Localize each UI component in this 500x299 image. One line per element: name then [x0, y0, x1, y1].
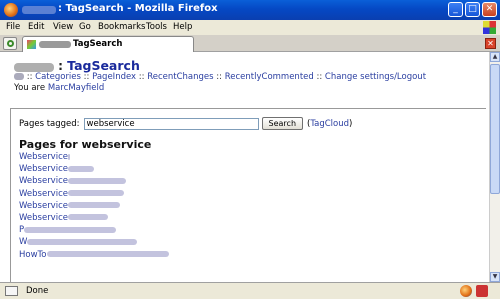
firefox-update-icon[interactable]	[460, 285, 472, 297]
close-tab-button[interactable]: ✕	[485, 38, 496, 49]
redacted-text	[27, 238, 138, 245]
list-item: Webservice	[19, 152, 169, 164]
result-link[interactable]: Webservice	[19, 164, 68, 174]
pages-tagged-label: Pages tagged:	[19, 118, 80, 129]
tag-search-input[interactable]	[83, 117, 259, 130]
list-item: Webservice	[19, 189, 169, 201]
result-link[interactable]: Webservice	[19, 176, 68, 186]
site-favicon-icon	[27, 40, 36, 49]
result-link[interactable]: Webservice	[19, 201, 68, 211]
redacted-text	[67, 190, 124, 197]
list-item: Webservice	[19, 213, 169, 225]
redacted-tab-text	[39, 41, 71, 48]
nav-separator: ::	[83, 72, 93, 82]
tab-tagsearch[interactable]: TagSearch	[22, 36, 194, 52]
connection-status-icon	[5, 286, 18, 296]
menu-bookmarks[interactable]: Bookmarks	[98, 22, 146, 32]
adblock-icon[interactable]	[476, 285, 488, 297]
window-title: : TagSearch - Mozilla Firefox	[58, 3, 218, 14]
new-tab-icon	[7, 40, 14, 47]
list-item: P	[19, 225, 169, 237]
nav-separator: ::	[216, 72, 225, 82]
redacted-text	[67, 202, 120, 209]
redacted-text	[46, 251, 169, 257]
redacted-home-link[interactable]	[14, 73, 24, 80]
new-tab-button[interactable]	[3, 37, 17, 50]
minimize-button[interactable]: _	[448, 2, 463, 17]
status-text: Done	[26, 286, 49, 296]
redacted-text	[67, 165, 94, 172]
menu-file[interactable]: File	[6, 22, 20, 32]
redacted-text	[67, 177, 126, 184]
result-link[interactable]: W	[19, 237, 27, 247]
scroll-thumb[interactable]	[490, 64, 500, 194]
paren-close: )	[349, 118, 353, 129]
menu-tools[interactable]: Tools	[146, 22, 167, 32]
nav-separator: ::	[316, 72, 325, 82]
maximize-button[interactable]: □	[465, 2, 480, 17]
scroll-down-icon[interactable]: ▼	[490, 272, 500, 282]
user-line: You are MarcMayfield	[14, 83, 104, 93]
tab-title: TagSearch	[73, 39, 123, 49]
result-link[interactable]: HowTo	[19, 250, 47, 260]
nav-recentlycommented[interactable]: RecentlyCommented	[225, 72, 314, 82]
list-item: Webservice	[19, 164, 169, 176]
tag-search-panel: Pages tagged: Search (TagCloud) Pages fo…	[10, 108, 486, 282]
nav-separator: ::	[26, 72, 36, 82]
redacted-wiki-name	[14, 63, 54, 72]
menu-go[interactable]: Go	[79, 22, 91, 32]
user-link[interactable]: MarcMayfield	[48, 83, 104, 93]
tagcloud-wrapper: (TagCloud)	[307, 119, 352, 129]
results-heading: Pages for webservice	[19, 138, 152, 151]
page-header: : TagSearch	[14, 58, 140, 73]
nav-links: :: Categories :: PageIndex :: RecentChan…	[14, 72, 426, 82]
nav-pageindex[interactable]: PageIndex	[92, 72, 136, 82]
status-bar: Done	[0, 282, 500, 299]
you-are-label: You are	[14, 83, 46, 93]
redacted-text	[67, 153, 70, 160]
page-content: : TagSearch :: Categories :: PageIndex :…	[0, 52, 489, 282]
tab-bar: TagSearch ✕	[0, 35, 500, 52]
tag-search-form: Pages tagged: Search (TagCloud)	[19, 117, 352, 130]
close-window-button[interactable]: ✕	[482, 2, 497, 17]
vertical-scrollbar[interactable]: ▲ ▼	[489, 52, 500, 282]
result-link[interactable]: Webservice	[19, 213, 68, 223]
results-list: Webservice Webservice Webservice Webserv…	[19, 152, 169, 262]
window-titlebar: : TagSearch - Mozilla Firefox _ □ ✕	[0, 0, 500, 20]
list-item: HowTo	[19, 250, 169, 262]
firefox-logo-icon	[4, 3, 18, 17]
nav-change-settings-logout[interactable]: Change settings/Logout	[325, 72, 426, 82]
result-link[interactable]: Webservice	[19, 189, 68, 199]
list-item: W	[19, 237, 169, 249]
nav-categories[interactable]: Categories	[35, 72, 81, 82]
menu-help[interactable]: Help	[173, 22, 192, 32]
search-button[interactable]: Search	[261, 117, 304, 130]
nav-recentchanges[interactable]: RecentChanges	[147, 72, 213, 82]
tagcloud-link[interactable]: TagCloud	[310, 119, 349, 129]
redacted-text	[24, 226, 117, 233]
result-link[interactable]: Webservice	[19, 152, 68, 162]
menu-edit[interactable]: Edit	[28, 22, 44, 32]
redacted-text	[67, 214, 108, 221]
list-item: Webservice	[19, 201, 169, 213]
title-separator: :	[54, 59, 68, 73]
menu-bar: File Edit View Go Bookmarks Tools Help	[0, 20, 500, 35]
page-title[interactable]: TagSearch	[67, 58, 140, 73]
nav-separator: ::	[138, 72, 148, 82]
scroll-up-icon[interactable]: ▲	[490, 52, 500, 62]
menu-view[interactable]: View	[53, 22, 73, 32]
redacted-title-text	[22, 6, 56, 14]
list-item: Webservice	[19, 176, 169, 188]
throbber-icon	[483, 21, 496, 34]
